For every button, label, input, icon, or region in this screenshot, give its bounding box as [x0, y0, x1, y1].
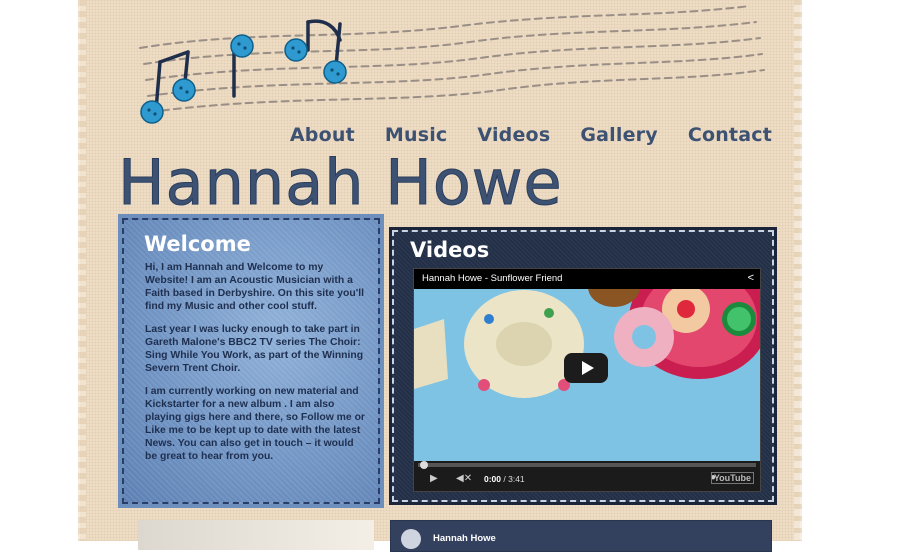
video-title-bar: Hannah Howe - Sunflower Friend < [414, 269, 760, 289]
stitched-music-staff-decoration [139, 5, 765, 124]
youtube-logo[interactable]: YouTube [710, 472, 754, 484]
time-current: 0:00 [484, 474, 502, 484]
player-play-icon[interactable] [401, 529, 421, 549]
nav-contact[interactable]: Contact [688, 124, 772, 146]
nav-gallery[interactable]: Gallery [580, 124, 657, 146]
welcome-paragraph: Last year I was lucky enough to take par… [145, 324, 364, 374]
time-total: / 3:41 [503, 474, 525, 484]
fabric-right-edge [794, 0, 802, 541]
progress-bar[interactable] [418, 461, 756, 469]
share-icon[interactable]: < [748, 272, 754, 284]
welcome-paragraph: Hi, I am Hannah and Welcome to my Websit… [145, 262, 364, 312]
videos-heading: Videos [410, 238, 490, 262]
nav-videos[interactable]: Videos [477, 124, 550, 146]
video-controls: ▶ ◀✕ 0:00 / 3:41 ● YouTube [414, 461, 760, 491]
welcome-body: Hi, I am Hannah and Welcome to my Websit… [145, 261, 367, 473]
video-time: 0:00 / 3:41 [484, 474, 525, 484]
nav-music[interactable]: Music [385, 124, 448, 146]
videos-panel: Videos Hannah Howe - Sunflower Friend < [389, 227, 777, 505]
play-icon[interactable]: ▶ [430, 473, 438, 484]
welcome-paragraph: I am currently working on new material a… [145, 386, 365, 462]
play-button[interactable] [564, 353, 608, 383]
bottom-left-panel [138, 520, 374, 550]
welcome-panel: Welcome Hi, I am Hannah and Welcome to m… [118, 214, 384, 508]
progress-knob[interactable] [420, 461, 428, 469]
nav-about[interactable]: About [290, 124, 355, 146]
welcome-heading: Welcome [144, 232, 251, 256]
player-artist-name: Hannah Howe [433, 533, 496, 544]
main-navigation: About Music Videos Gallery Contact [290, 124, 772, 146]
fabric-left-edge [78, 0, 86, 541]
music-player-bar: Hannah Howe [390, 520, 772, 552]
site-title: Hannah Howe [118, 146, 563, 220]
mute-icon[interactable]: ◀✕ [456, 473, 472, 484]
video-title[interactable]: Hannah Howe - Sunflower Friend [422, 273, 562, 284]
video-player[interactable]: Hannah Howe - Sunflower Friend < ▶ ◀✕ 0:… [413, 268, 761, 492]
